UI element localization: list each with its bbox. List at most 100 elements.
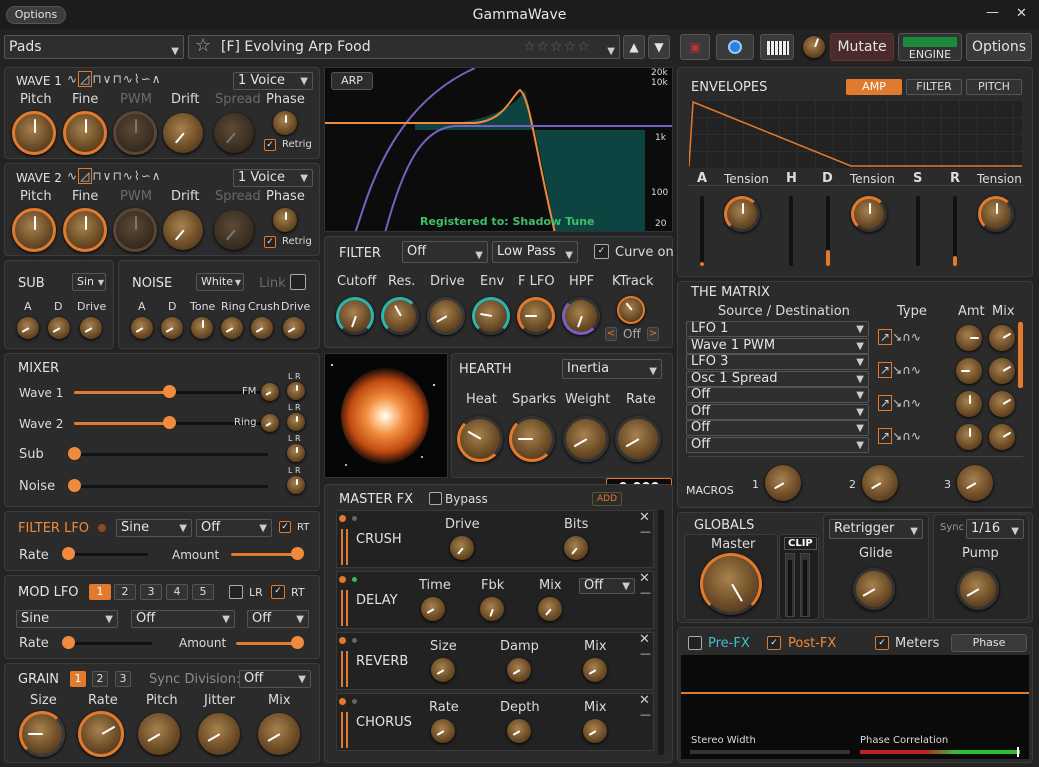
reverb-power-icon[interactable] (338, 636, 347, 645)
noise-a-knob[interactable] (131, 317, 153, 339)
noise-crush-knob[interactable] (251, 317, 273, 339)
mixer-sub-pan-knob[interactable] (287, 444, 305, 462)
keyboard-button[interactable] (760, 34, 794, 60)
filter-ktrack-knob[interactable] (617, 296, 645, 324)
mod-lfo-tab-3[interactable]: 3 (140, 584, 162, 600)
slider-thumb[interactable] (62, 636, 75, 649)
search-button[interactable] (716, 34, 754, 60)
noise-d-knob[interactable] (161, 317, 183, 339)
noise-tone-knob[interactable] (191, 317, 213, 339)
chorus-power-icon[interactable] (338, 697, 347, 706)
pump-knob[interactable] (957, 568, 999, 610)
delay-fbk-knob[interactable] (480, 597, 504, 621)
reverb-minimize-icon[interactable]: — (640, 647, 651, 660)
macro-2-knob[interactable] (862, 465, 898, 501)
sub-shape-select[interactable]: Sin ▼ (72, 273, 106, 291)
matrix-amt-2-knob[interactable] (956, 358, 982, 384)
curve-on-checkbox[interactable]: ✓ (594, 244, 609, 259)
hearth-mode-select[interactable]: Inertia ▼ (562, 359, 662, 379)
slider-thumb[interactable] (68, 447, 81, 460)
matrix-type-2-icons[interactable]: ↗ ↘∩∿ (878, 362, 921, 378)
matrix-row-8-select[interactable]: Off ▼ (686, 437, 869, 453)
fx-scrollbar[interactable] (658, 510, 664, 755)
matrix-row-5-select[interactable]: Off ▼ (686, 387, 869, 403)
hearth-rate-knob[interactable] (615, 416, 661, 462)
wave2-phase-knob[interactable] (273, 208, 297, 232)
preset-select[interactable]: ☆ [F] Evolving Arp Food ☆☆☆☆☆ ▼ (188, 35, 620, 59)
mod-lfo-tab-4[interactable]: 4 (166, 584, 188, 600)
delay-time-knob[interactable] (421, 597, 445, 621)
mod-lfo-select-2[interactable]: Off ▼ (131, 610, 235, 628)
mixer-wave1-pan-knob[interactable] (287, 382, 305, 400)
matrix-row-3-select[interactable]: LFO 3 ▼ (686, 354, 869, 370)
wave2-fine-knob[interactable] (63, 208, 107, 252)
crush-close-icon[interactable]: ✕ (639, 510, 650, 525)
macro-3-knob[interactable] (957, 465, 993, 501)
crush-bits-knob[interactable] (564, 536, 588, 560)
filter-res-knob[interactable] (381, 297, 419, 335)
delay-sync-select[interactable]: Off ▼ (579, 578, 635, 594)
ktrack-next-button[interactable]: > (647, 327, 659, 341)
minimize-icon[interactable]: — (986, 5, 999, 20)
reverb-size-knob[interactable] (431, 658, 455, 682)
wave1-spread-knob[interactable] (214, 113, 254, 153)
wave2-voices-select[interactable]: 1 Voice ▼ (233, 169, 313, 187)
matrix-row-2-select[interactable]: Wave 1 PWM ▼ (686, 338, 869, 354)
ktrack-prev-button[interactable]: < (605, 327, 617, 341)
slider-thumb[interactable] (68, 479, 81, 492)
matrix-mix-4-knob[interactable] (989, 424, 1015, 450)
matrix-row-1-select[interactable]: LFO 1 ▼ (686, 321, 869, 337)
engine-button[interactable]: ENGINE (898, 33, 962, 61)
postfx-checkbox[interactable]: ✓ (767, 636, 781, 650)
chorus-mix-knob[interactable] (583, 719, 607, 743)
chorus-depth-knob[interactable] (507, 719, 531, 743)
filter-env-knob[interactable] (472, 297, 510, 335)
delay-power-icon[interactable] (338, 575, 347, 584)
grain-tab-2[interactable]: 2 (92, 671, 108, 687)
wave2-drift-knob[interactable] (163, 210, 203, 250)
delay-close-icon[interactable]: ✕ (639, 571, 650, 586)
mixer-ring-knob[interactable] (261, 414, 279, 432)
mixer-noise-pan-knob[interactable] (287, 476, 305, 494)
slider-thumb[interactable] (62, 547, 75, 560)
mod-lfo-select-3[interactable]: Off ▼ (247, 610, 309, 628)
mod-lfo-lr-checkbox[interactable] (229, 585, 243, 599)
delay-mix-knob[interactable] (538, 597, 562, 621)
grain-size-knob[interactable] (19, 711, 65, 757)
wave2-shape-icons[interactable]: ∿ ◿ ⊓∨⊓∿⌇∽∧ (67, 168, 162, 184)
wave1-retrig-checkbox[interactable]: ✓ (264, 139, 276, 151)
slider-thumb[interactable] (163, 385, 177, 398)
matrix-type-1-icons[interactable]: ↗ ↘∩∿ (878, 329, 921, 345)
env-d-tension-knob[interactable] (851, 196, 887, 232)
slider-thumb[interactable] (291, 636, 304, 649)
matrix-row-6-select[interactable]: Off ▼ (686, 404, 869, 420)
mod-lfo-rt-checkbox[interactable]: ✓ (271, 585, 285, 599)
wave1-shape-icons[interactable]: ∿ ◿ ⊓∨⊓∿⌇∽∧ (67, 71, 162, 87)
env-s-slider[interactable] (916, 196, 920, 266)
filter-cutoff-knob[interactable] (336, 297, 374, 335)
matrix-row-7-select[interactable]: Off ▼ (686, 420, 869, 436)
next-preset-button[interactable]: ▼ (648, 35, 670, 59)
wave1-phase-knob[interactable] (273, 111, 297, 135)
chorus-minimize-icon[interactable]: — (640, 708, 651, 721)
env-r-slider[interactable] (953, 196, 957, 266)
matrix-amt-3-knob[interactable] (956, 391, 982, 417)
wave2-spread-knob[interactable] (214, 210, 254, 250)
sub-d-knob[interactable] (48, 317, 70, 339)
retrigger-select[interactable]: Retrigger ▼ (829, 519, 923, 539)
wave1-pwm-knob[interactable] (113, 111, 157, 155)
add-fx-button[interactable]: ADD (592, 492, 622, 506)
crush-power-icon[interactable] (338, 514, 347, 523)
filter-type-select[interactable]: Low Pass ▼ (492, 241, 578, 263)
hearth-sparks-knob[interactable] (509, 416, 555, 462)
env-tab-amp[interactable]: AMP (846, 79, 902, 95)
favorite-star-icon[interactable]: ☆ (195, 36, 211, 57)
delay-minimize-icon[interactable]: — (640, 586, 651, 599)
filter-hpf-knob[interactable] (562, 297, 600, 335)
matrix-scrollbar[interactable] (1018, 322, 1023, 388)
mod-lfo-tab-2[interactable]: 2 (114, 584, 136, 600)
wave1-pitch-knob[interactable] (12, 111, 56, 155)
prefx-checkbox[interactable] (688, 636, 702, 650)
env-tab-pitch[interactable]: PITCH (966, 79, 1022, 95)
sub-a-knob[interactable] (17, 317, 39, 339)
